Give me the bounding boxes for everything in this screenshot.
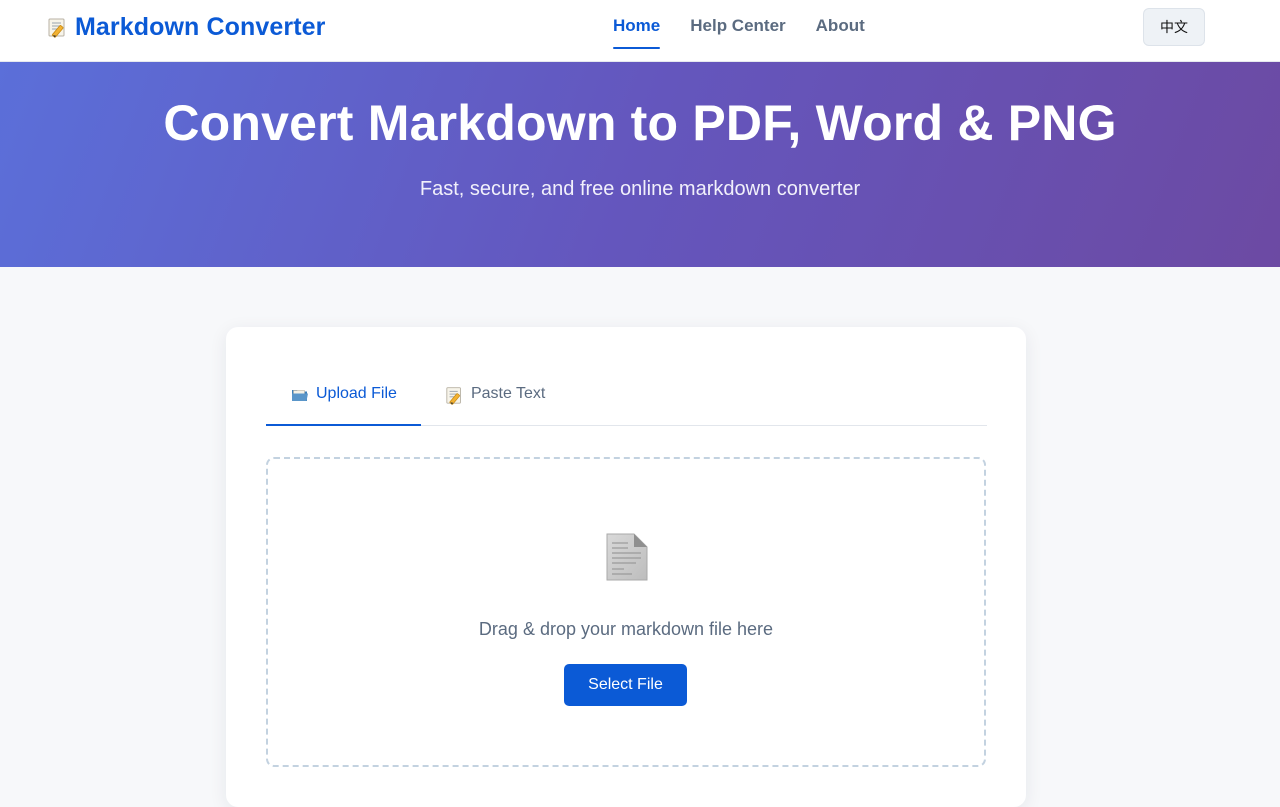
drop-instruction: Drag & drop your markdown file here	[478, 619, 774, 639]
file-drop-zone[interactable]: Drag & drop your markdown file here Sele…	[266, 457, 986, 767]
brand-logo-link[interactable]: Markdown Converter	[47, 12, 325, 42]
language-toggle-button[interactable]: 中文	[1143, 8, 1205, 46]
tab-paste-text[interactable]: Paste Text	[421, 375, 569, 425]
document-icon	[606, 533, 648, 581]
top-header: Markdown Converter Home Help Center Abou…	[0, 0, 1280, 62]
nav-about[interactable]: About	[816, 0, 865, 49]
brand-title: Markdown Converter	[75, 12, 326, 41]
nav-help-center[interactable]: Help Center	[690, 0, 785, 49]
memo-pencil-icon	[47, 16, 69, 38]
hero-title: Convert Markdown to PDF, Word & PNG	[163, 95, 1117, 151]
converter-card: Upload File Paste Text Drag & drop your …	[226, 327, 1026, 807]
tab-upload-file[interactable]: Upload File	[266, 375, 421, 426]
input-mode-tabs: Upload File Paste Text	[266, 375, 987, 426]
memo-pencil-icon	[445, 385, 465, 405]
hero-subtitle: Fast, secure, and free online markdown c…	[419, 178, 861, 200]
tab-paste-text-label: Paste Text	[470, 385, 546, 402]
folder-icon	[290, 385, 310, 405]
hero-banner: Convert Markdown to PDF, Word & PNG Fast…	[0, 62, 1280, 267]
tab-upload-file-label: Upload File	[316, 385, 397, 402]
nav-home[interactable]: Home	[613, 0, 661, 49]
main-nav: Home Help Center About	[598, 0, 880, 62]
select-file-button[interactable]: Select File	[564, 664, 687, 706]
